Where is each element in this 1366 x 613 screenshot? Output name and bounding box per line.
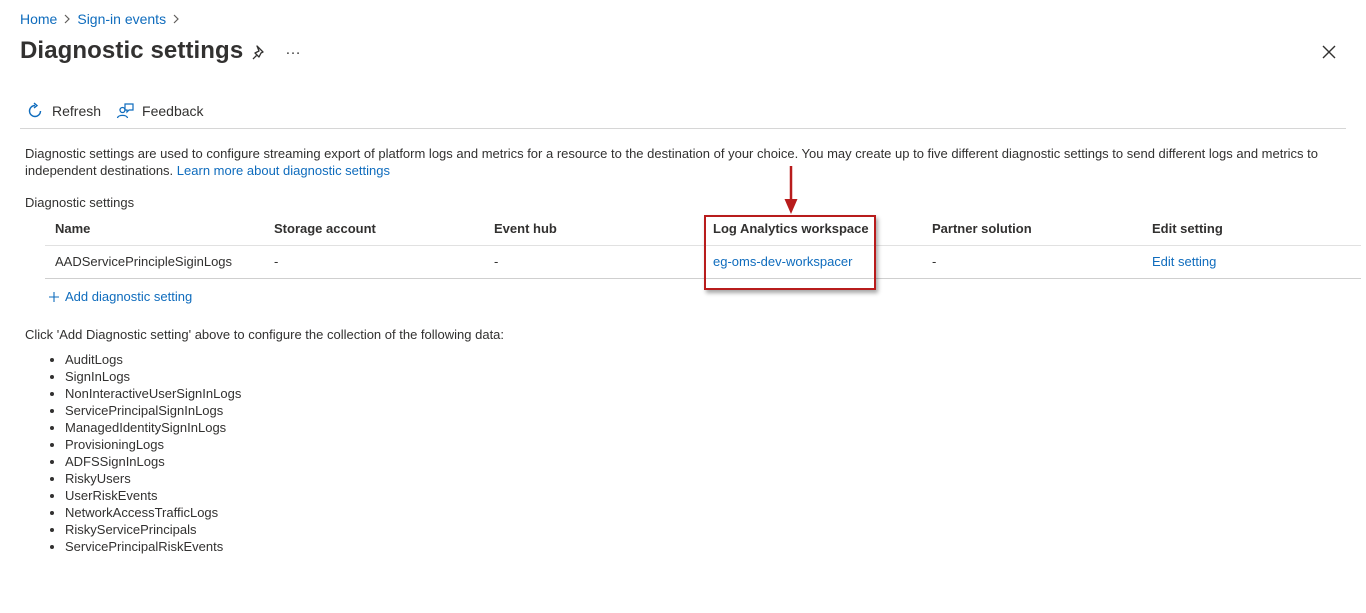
pin-icon[interactable] [250, 44, 268, 62]
event-hub-value: - [494, 254, 499, 269]
partner-solution-value: - [932, 254, 937, 269]
highlight-box [704, 215, 876, 290]
add-diagnostic-setting-button[interactable]: Add diagnostic setting [48, 289, 192, 304]
column-header-name: Name [55, 221, 91, 236]
list-item: NonInteractiveUserSignInLogs [65, 385, 241, 402]
chevron-right-icon [57, 14, 77, 24]
command-bar: Refresh Feedback [26, 100, 219, 122]
column-header-edit-setting: Edit setting [1152, 221, 1223, 236]
learn-more-link[interactable]: Learn more about diagnostic settings [177, 163, 390, 178]
feedback-icon [116, 103, 134, 119]
list-item: ManagedIdentitySignInLogs [65, 419, 241, 436]
column-header-partner-solution: Partner solution [932, 221, 1032, 236]
edit-setting-link[interactable]: Edit setting [1152, 246, 1216, 278]
breadcrumb: Home Sign-in events [20, 10, 186, 28]
section-label: Diagnostic settings [25, 195, 135, 210]
list-item: UserRiskEvents [65, 487, 241, 504]
feedback-label: Feedback [142, 103, 204, 119]
list-item: ADFSSignInLogs [65, 453, 241, 470]
feedback-button[interactable]: Feedback [116, 102, 204, 120]
description: Diagnostic settings are used to configur… [25, 145, 1345, 179]
list-item: ServicePrincipalRiskEvents [65, 538, 241, 555]
list-item: AuditLogs [65, 351, 241, 368]
refresh-label: Refresh [52, 103, 102, 119]
data-category-list: AuditLogs SignInLogs NonInteractiveUserS… [25, 351, 241, 555]
chevron-right-icon [166, 14, 186, 24]
breadcrumb-sign-in-events[interactable]: Sign-in events [77, 11, 166, 27]
close-icon[interactable] [1320, 43, 1338, 61]
column-header-event-hub: Event hub [494, 221, 557, 236]
table-row: AADServicePrincipleSiginLogs - - eg-oms-… [45, 246, 1361, 279]
list-item: RiskyServicePrincipals [65, 521, 241, 538]
arrow-down-icon [784, 166, 798, 214]
breadcrumb-home[interactable]: Home [20, 11, 57, 27]
list-item: ServicePrincipalSignInLogs [65, 402, 241, 419]
column-header-storage-account: Storage account [274, 221, 376, 236]
setting-name: AADServicePrincipleSiginLogs [55, 254, 233, 269]
list-item: RiskyUsers [65, 470, 241, 487]
refresh-icon [28, 102, 42, 118]
refresh-button[interactable]: Refresh [26, 102, 101, 120]
page-title: Diagnostic settings [20, 37, 244, 64]
plus-icon [49, 291, 59, 302]
collection-note: Click 'Add Diagnostic setting' above to … [25, 327, 505, 342]
list-item: ProvisioningLogs [65, 436, 241, 453]
storage-account-value: - [274, 254, 279, 269]
table-header: Name Storage account Event hub Log Analy… [45, 213, 1361, 246]
list-item: SignInLogs [65, 368, 241, 385]
more-options-icon[interactable]: … [283, 40, 303, 60]
add-diagnostic-setting-label: Add diagnostic setting [65, 289, 193, 304]
toolbar-divider [20, 128, 1346, 129]
list-item: NetworkAccessTrafficLogs [65, 504, 241, 521]
